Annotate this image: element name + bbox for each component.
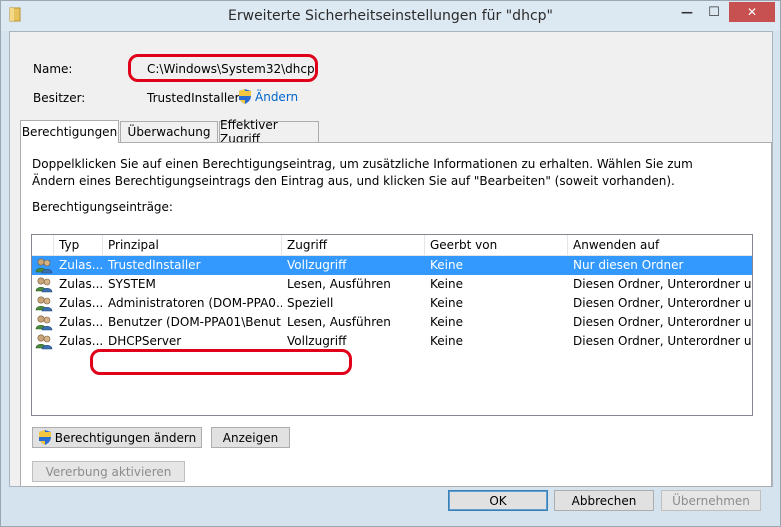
apply-button[interactable]: Übernehmen — [661, 490, 761, 511]
highlight-ring-dhcpserver — [90, 349, 352, 375]
window-title: Erweiterte Sicherheitseinstellungen für … — [228, 8, 553, 24]
view-label: Anzeigen — [222, 430, 279, 445]
cell-principal: TrustedInstaller — [108, 258, 201, 272]
table-row[interactable]: Zulas... Benutzer (DOM-PPA01\Benut... Lese… — [32, 313, 752, 332]
uac-shield-icon — [239, 89, 251, 104]
user-group-icon — [35, 295, 53, 312]
cell-inherited: Keine — [430, 315, 463, 329]
permissions-panel: Doppelklicken Sie auf einen Berechtigung… — [20, 142, 772, 487]
cell-inherited: Keine — [430, 258, 463, 272]
instructions-text: Doppelklicken Sie auf einen Berechtigung… — [32, 157, 693, 188]
cell-access: Lesen, Ausführen — [287, 315, 391, 329]
dialog-window: Erweiterte Sicherheitseinstellungen für … — [0, 0, 781, 527]
title-bar[interactable]: Erweiterte Sicherheitseinstellungen für … — [1, 1, 780, 31]
cell-type: Zulas... — [59, 296, 103, 310]
cancel-button[interactable]: Abbrechen — [554, 490, 654, 511]
column-header-principal[interactable]: Prinzipal — [103, 235, 282, 255]
dialog-footer: OK Abbrechen Übernehmen — [9, 486, 771, 520]
list-header: Typ Prinzipal Zugriff Geerbt von Anwende… — [32, 235, 752, 256]
cell-applies: Nur diesen Ordner — [573, 258, 684, 272]
cell-applies: Diesen Ordner, Unterordner un... — [573, 315, 751, 329]
column-header-icon[interactable] — [32, 235, 54, 255]
entries-label: Berechtigungseinträge: — [32, 200, 173, 214]
user-group-icon — [35, 276, 53, 293]
cell-access: Vollzugriff — [287, 258, 347, 272]
highlight-ring-path — [128, 54, 318, 82]
column-header-inherited[interactable]: Geerbt von — [425, 235, 568, 255]
cell-type: Zulas... — [59, 277, 103, 291]
user-group-icon — [35, 257, 53, 274]
cell-access: Lesen, Ausführen — [287, 277, 391, 291]
table-row[interactable]: Zulas... Administratoren (DOM-PPA0... Spez… — [32, 294, 752, 313]
ok-button[interactable]: OK — [448, 490, 548, 511]
cell-inherited: Keine — [430, 296, 463, 310]
tab-permissions[interactable]: Berechtigungen — [20, 120, 119, 143]
cell-applies: Diesen Ordner, Unterordner un... — [573, 334, 751, 348]
apply-label: Übernehmen — [672, 493, 750, 508]
enable-inheritance-label: Vererbung aktivieren — [45, 464, 172, 479]
tab-permissions-label: Berechtigungen — [21, 125, 118, 139]
view-button[interactable]: Anzeigen — [211, 427, 290, 448]
name-label: Name: — [33, 62, 73, 76]
column-header-access[interactable]: Zugriff — [282, 235, 425, 255]
user-group-icon — [35, 333, 53, 350]
uac-shield-icon — [38, 430, 51, 445]
owner-label: Besitzer: — [33, 91, 86, 105]
tab-auditing-label: Überwachung — [127, 125, 211, 139]
cancel-label: Abbrechen — [571, 493, 637, 508]
cell-principal: Administratoren (DOM-PPA0... — [108, 296, 282, 310]
minimize-icon: — — [681, 5, 693, 19]
cell-type: Zulas... — [59, 334, 103, 348]
cell-principal: SYSTEM — [108, 277, 156, 291]
table-row[interactable]: Zulas... TrustedInstaller Vollzugriff Keine… — [32, 256, 752, 275]
cell-type: Zulas... — [59, 258, 103, 272]
column-header-type[interactable]: Typ — [54, 235, 103, 255]
ok-label: OK — [489, 493, 507, 508]
close-button[interactable]: ✕ — [729, 2, 775, 22]
enable-inheritance-button[interactable]: Vererbung aktivieren — [32, 461, 185, 482]
change-owner-link[interactable]: Ändern — [238, 89, 298, 104]
owner-value: TrustedInstaller — [147, 91, 240, 105]
tab-effective-access[interactable]: Effektiver Zugriff — [219, 118, 319, 146]
cell-inherited: Keine — [430, 277, 463, 291]
cell-inherited: Keine — [430, 334, 463, 348]
change-owner-label: Ändern — [255, 89, 299, 104]
cell-type: Zulas... — [59, 315, 103, 329]
change-permissions-button[interactable]: Berechtigungen ändern — [32, 427, 202, 448]
minimize-button[interactable]: — — [674, 2, 700, 22]
dialog-content: Name: C:\Windows\System32\dhcp Besitzer:… — [9, 31, 773, 487]
user-group-icon — [35, 314, 53, 331]
cell-applies: Diesen Ordner, Unterordner un... — [573, 296, 751, 310]
maximize-button[interactable]: ☐ — [701, 2, 727, 22]
column-header-applies[interactable]: Anwenden auf — [568, 235, 751, 255]
cell-access: Speziell — [287, 296, 334, 310]
cell-principal: Benutzer (DOM-PPA01\Benut... — [108, 315, 282, 329]
close-icon: ✕ — [746, 5, 758, 19]
cell-applies: Diesen Ordner, Unterordner un... — [573, 277, 751, 291]
change-permissions-label: Berechtigungen ändern — [54, 430, 197, 445]
tab-auditing[interactable]: Überwachung — [120, 121, 218, 142]
permission-entries-list[interactable]: Typ Prinzipal Zugriff Geerbt von Anwende… — [31, 234, 753, 416]
maximize-icon: ☐ — [708, 4, 720, 20]
table-row[interactable]: Zulas... SYSTEM Lesen, Ausführen Keine Diese… — [32, 275, 752, 294]
